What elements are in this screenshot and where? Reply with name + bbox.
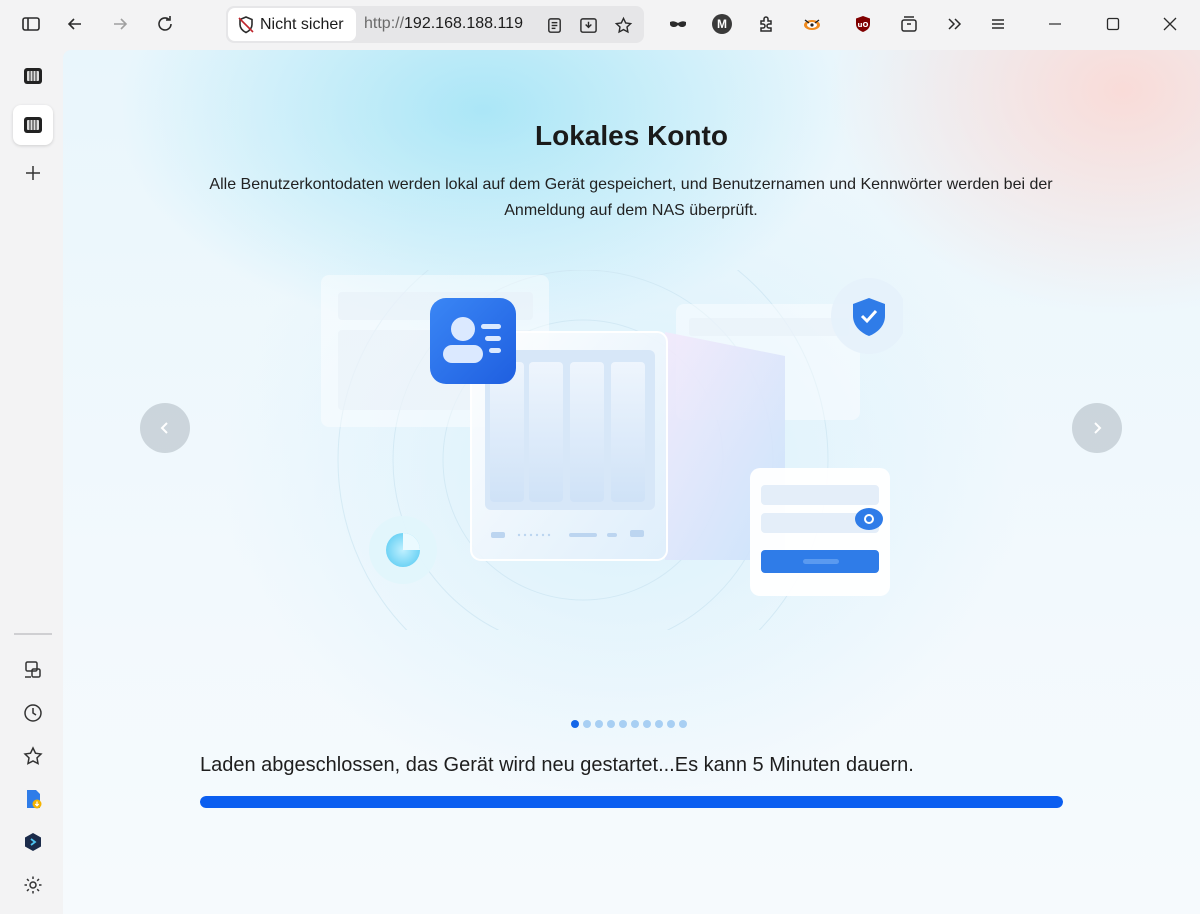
shield-cube-icon [25, 833, 41, 851]
archive-icon[interactable] [894, 9, 924, 39]
sidebar-toggle-icon[interactable] [16, 9, 46, 39]
new-tab-button[interactable] [13, 153, 53, 193]
plus-icon [26, 166, 40, 180]
bookmarks-button[interactable] [13, 736, 53, 776]
gear-icon [24, 876, 42, 894]
url-bar[interactable]: Nicht sicher http://192.168.188.119 [226, 6, 644, 43]
carousel-dot[interactable] [655, 720, 663, 728]
forward-icon[interactable] [105, 9, 135, 39]
settings-button[interactable] [13, 865, 53, 905]
shield-warning-icon [238, 15, 254, 33]
carousel-dot[interactable] [679, 720, 687, 728]
status-message: Laden abgeschlossen, das Gerät wird neu … [200, 754, 914, 776]
page-description: Alle Benutzerkontodaten werden lokal auf… [209, 176, 1053, 219]
carousel-prev-button[interactable] [140, 403, 190, 453]
fox-extension-icon[interactable] [797, 9, 827, 39]
carousel-dot[interactable] [583, 720, 591, 728]
tab-nas-2[interactable] [13, 105, 53, 145]
star-icon [23, 746, 43, 765]
downloads-extension-button[interactable] [13, 779, 53, 819]
maximize-icon[interactable] [1098, 9, 1128, 39]
progress-bar-fill [200, 796, 1063, 808]
carousel-dot[interactable] [643, 720, 651, 728]
history-button[interactable] [13, 693, 53, 733]
carousel-dot[interactable] [667, 720, 675, 728]
nas-illustration [321, 270, 903, 630]
synced-tabs-button[interactable] [13, 650, 53, 690]
devices-icon [25, 661, 41, 678]
security-indicator[interactable]: Nicht sicher [228, 8, 356, 41]
close-icon[interactable] [1155, 9, 1185, 39]
carousel-dot[interactable] [607, 720, 615, 728]
menu-icon[interactable] [983, 9, 1013, 39]
mask-icon[interactable] [663, 9, 693, 39]
carousel-pagination [571, 720, 687, 728]
extension-shield-button[interactable] [13, 822, 53, 862]
ublock-icon[interactable]: uO [848, 9, 878, 39]
browser-toolbar: Nicht sicher http://192.168.188.119 M uO [0, 0, 1200, 50]
carousel-dot[interactable] [631, 720, 639, 728]
svg-text:uO: uO [858, 21, 869, 29]
profile-m-icon[interactable]: M [707, 9, 737, 39]
carousel-dot[interactable] [571, 720, 579, 728]
url-scheme: http:// [364, 15, 405, 32]
page-content: Lokales Konto Alle Benutzerkontodaten we… [63, 50, 1200, 914]
clock-icon [24, 704, 42, 722]
chevron-right-icon [1094, 422, 1102, 434]
carousel-dot[interactable] [619, 720, 627, 728]
tab-nas-1[interactable] [13, 56, 53, 96]
page-title: Lokales Konto [535, 120, 728, 151]
chevron-left-icon [160, 422, 168, 434]
carousel-dot[interactable] [595, 720, 603, 728]
nas-tab-icon [24, 68, 42, 84]
url-host: 192.168.188.119 [404, 15, 523, 32]
overflow-icon[interactable] [939, 9, 969, 39]
bookmark-star-icon[interactable] [611, 13, 635, 37]
browser-sidebar [0, 50, 63, 914]
sidebar-divider [14, 633, 52, 635]
file-download-icon [27, 790, 42, 809]
security-label: Nicht sicher [260, 15, 344, 33]
progress-bar [200, 796, 1063, 808]
back-icon[interactable] [60, 9, 90, 39]
download-icon[interactable] [576, 13, 600, 37]
reader-view-icon[interactable] [542, 13, 566, 37]
url-text[interactable]: http://192.168.188.119 [364, 15, 536, 33]
minimize-icon[interactable] [1040, 9, 1070, 39]
profile-letter: M [712, 14, 732, 34]
reload-icon[interactable] [150, 9, 180, 39]
nas-tab-icon [24, 117, 42, 133]
extensions-icon[interactable] [752, 9, 782, 39]
carousel-next-button[interactable] [1072, 403, 1122, 453]
